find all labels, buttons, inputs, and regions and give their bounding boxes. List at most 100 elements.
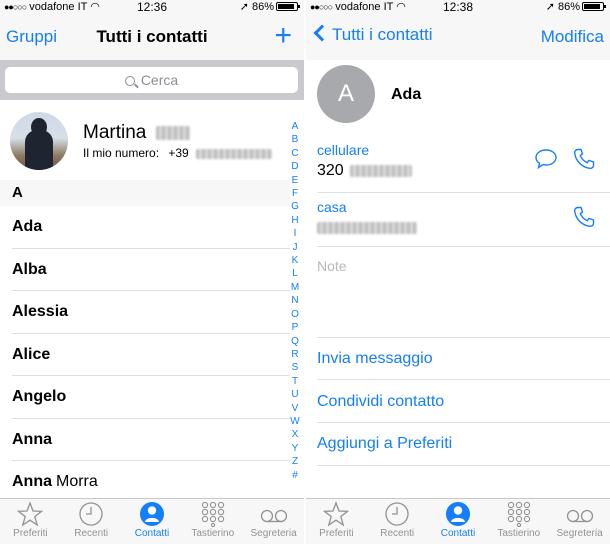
tab-tastierino[interactable]: Tastierino bbox=[182, 499, 243, 544]
index-letter[interactable]: D bbox=[291, 160, 298, 173]
add-to-favorites-button[interactable]: Aggiungi a Preferiti bbox=[317, 435, 452, 453]
separator bbox=[317, 379, 610, 380]
search-icon bbox=[124, 76, 135, 86]
index-letter[interactable]: K bbox=[292, 254, 299, 267]
index-letter[interactable]: G bbox=[291, 200, 299, 213]
message-icon[interactable] bbox=[534, 148, 558, 170]
list-item[interactable]: Alice bbox=[0, 334, 290, 377]
person-icon bbox=[122, 499, 183, 527]
tab-label: Preferiti bbox=[319, 528, 354, 539]
contact-first-name: Ada bbox=[12, 218, 43, 235]
chevron-left-icon bbox=[313, 24, 331, 42]
star-icon bbox=[306, 499, 367, 527]
contact-first-name: Alessia bbox=[12, 303, 69, 320]
clock-icon bbox=[61, 499, 122, 527]
back-button[interactable]: Tutti i contatti bbox=[310, 24, 432, 45]
list-item[interactable]: Angelo bbox=[0, 376, 290, 419]
index-letter[interactable]: A bbox=[292, 120, 299, 133]
index-letter[interactable]: V bbox=[292, 402, 299, 415]
redacted-number bbox=[350, 164, 413, 177]
list-item[interactable]: Alessia bbox=[0, 291, 290, 334]
tab-label: Contatti bbox=[134, 528, 170, 539]
separator bbox=[317, 465, 610, 466]
redacted-number bbox=[317, 221, 417, 234]
index-letter[interactable]: Z bbox=[292, 455, 298, 468]
index-letter[interactable]: X bbox=[292, 428, 299, 441]
index-letter[interactable]: I bbox=[294, 227, 297, 240]
tab-label: Recenti bbox=[74, 528, 109, 539]
index-letter[interactable]: S bbox=[292, 361, 299, 374]
tab-label: Recenti bbox=[380, 528, 415, 539]
tab-label: Tastierino bbox=[497, 528, 541, 539]
contact-first-name: Angelo bbox=[12, 388, 67, 405]
my-card[interactable]: Martina Il mio numero: +39 bbox=[0, 106, 290, 176]
mobile-field[interactable]: cellulare 320 bbox=[317, 142, 610, 180]
index-letter[interactable]: P bbox=[292, 321, 299, 334]
home-field[interactable]: casa bbox=[317, 199, 610, 237]
contact-first-name: Alice bbox=[12, 345, 51, 363]
index-letter[interactable]: B bbox=[292, 133, 299, 146]
mobile-label: cellulare bbox=[317, 142, 370, 158]
index-letter[interactable]: F bbox=[292, 187, 298, 200]
index-letter[interactable]: U bbox=[291, 388, 298, 401]
section-header: A bbox=[0, 180, 290, 206]
index-letter[interactable]: W bbox=[290, 415, 299, 428]
separator bbox=[317, 337, 610, 338]
keypad-icon bbox=[182, 499, 243, 527]
page-title: Tutti i contatti bbox=[96, 27, 208, 46]
index-letter[interactable]: M bbox=[291, 281, 299, 294]
voicemail-icon bbox=[243, 499, 304, 527]
tab-segreteria[interactable]: Segreteria bbox=[549, 499, 610, 544]
redacted-number bbox=[196, 148, 273, 159]
tab-contatti[interactable]: Contatti bbox=[122, 499, 183, 544]
search-bar: Cerca bbox=[0, 60, 304, 100]
person-icon bbox=[428, 499, 489, 527]
share-contact-button[interactable]: Condividi contatto bbox=[317, 393, 444, 411]
index-letter[interactable]: L bbox=[292, 267, 298, 280]
mobile-value: 320 bbox=[317, 162, 610, 180]
index-letter[interactable]: O bbox=[291, 308, 299, 321]
index-letter[interactable]: R bbox=[291, 348, 298, 361]
index-letter[interactable]: Q bbox=[291, 335, 299, 348]
nav-bar: Gruppi Tutti i contatti + bbox=[0, 15, 304, 60]
search-input[interactable]: Cerca bbox=[5, 67, 298, 93]
tab-contatti[interactable]: Contatti bbox=[428, 499, 489, 544]
list-item[interactable]: Anna bbox=[0, 419, 290, 462]
tab-recenti[interactable]: Recenti bbox=[61, 499, 122, 544]
tab-label: Contatti bbox=[440, 528, 476, 539]
index-letter[interactable]: J bbox=[293, 241, 298, 254]
tab-preferiti[interactable]: Preferiti bbox=[0, 499, 61, 544]
tab-label: Segreteria bbox=[250, 528, 297, 539]
tab-recenti[interactable]: Recenti bbox=[367, 499, 428, 544]
index-letter[interactable]: H bbox=[291, 214, 298, 227]
index-letter[interactable]: # bbox=[292, 469, 298, 482]
tab-bar: Preferiti Recenti Contatti Tastierino Segret… bbox=[306, 498, 610, 544]
phone-screens: ●●○○○ vodafone IT ◠ 12:36 ➚ 86% Gruppi T… bbox=[0, 0, 610, 544]
index-letter[interactable]: N bbox=[291, 294, 298, 307]
contact-name: Ada bbox=[391, 86, 422, 103]
notes-field[interactable]: Note bbox=[317, 258, 347, 274]
contact-first-name: Anna bbox=[12, 473, 52, 490]
index-letter[interactable]: E bbox=[292, 174, 299, 187]
phone-icon[interactable] bbox=[572, 205, 596, 229]
list-item[interactable]: Alba bbox=[0, 249, 290, 292]
add-contact-button[interactable]: + bbox=[274, 19, 292, 53]
index-letter[interactable]: T bbox=[292, 375, 298, 388]
redacted-surname bbox=[155, 125, 190, 140]
separator bbox=[317, 192, 610, 193]
phone-icon[interactable] bbox=[572, 147, 596, 171]
tab-tastierino[interactable]: Tastierino bbox=[488, 499, 549, 544]
contact-detail-screen: ●●○○○ vodafone IT ◠ 12:38 ➚ 86% Tutti i … bbox=[306, 0, 610, 544]
tab-segreteria[interactable]: Segreteria bbox=[243, 499, 304, 544]
alphabet-index[interactable]: A B C D E F G H I J K L M N O P Q R S T U V W X Y Z # bbox=[289, 120, 301, 482]
separator bbox=[317, 422, 610, 423]
list-item[interactable]: Ada bbox=[0, 206, 290, 249]
contact-first-name: Anna bbox=[12, 430, 52, 448]
tab-preferiti[interactable]: Preferiti bbox=[306, 499, 367, 544]
index-letter[interactable]: Y bbox=[292, 442, 299, 455]
voicemail-icon bbox=[549, 499, 610, 527]
location-icon: ➚ bbox=[545, 1, 555, 13]
edit-button[interactable]: Modifica bbox=[541, 27, 604, 47]
send-message-button[interactable]: Invia messaggio bbox=[317, 350, 433, 368]
index-letter[interactable]: C bbox=[291, 147, 298, 160]
